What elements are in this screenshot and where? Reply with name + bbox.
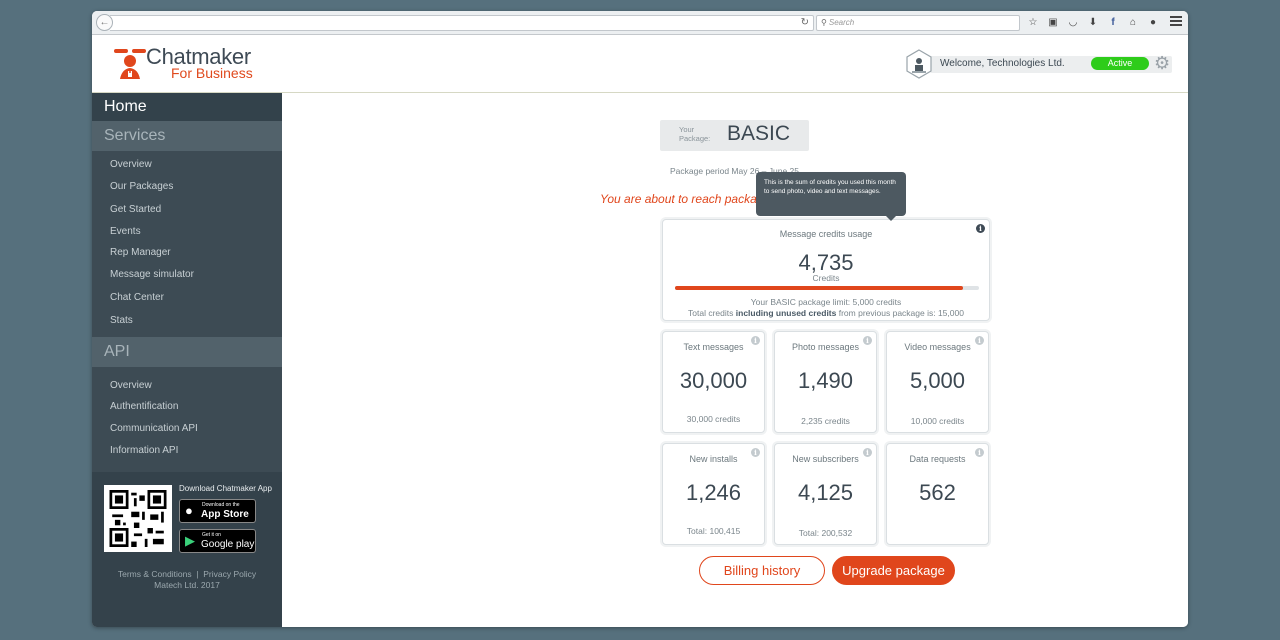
stat-value: 562: [919, 480, 956, 505]
browser-window: ↻ ← ⚲ Search ☆ ▣ ◡ ⬇ f ⌂ ● Chatmaker For …: [92, 11, 1188, 627]
back-button[interactable]: ←: [96, 14, 113, 31]
apple-icon: ●: [185, 503, 193, 518]
usage-unit: Credits: [812, 273, 840, 283]
billing-history-button[interactable]: Billing history: [699, 556, 825, 585]
stat-card-data-requests: i Data requests 562: [886, 443, 989, 545]
package-box: Your Package: BASIC: [660, 120, 809, 151]
brand-tagline: For Business: [171, 65, 253, 81]
company-avatar-icon[interactable]: [906, 49, 932, 79]
total-credits-prefix: Total credits: [688, 308, 734, 318]
stat-value: 4,125: [797, 480, 854, 505]
pocket-icon[interactable]: ◡: [1066, 16, 1080, 30]
app-store-small-text: Download on the: [202, 502, 240, 508]
sidebar-item-events[interactable]: Events: [110, 226, 141, 237]
main-content: Your Package: BASIC Package period May 2…: [282, 93, 1188, 627]
total-credits-suffix: from previous package is: 15,000: [838, 308, 964, 318]
stat-card-video-messages: i Video messages 5,000 10,000 credits: [886, 331, 989, 433]
search-icon: ⚲: [821, 18, 827, 27]
stat-sub: 10,000 credits: [910, 416, 965, 426]
sidebar-item-communication-api[interactable]: Communication API: [110, 423, 198, 434]
sidebar-section-api[interactable]: API: [92, 337, 282, 367]
stat-card-new-subscribers: i New subscribers 4,125 Total: 200,532: [774, 443, 877, 545]
usage-progress-fill: [675, 286, 963, 290]
package-limit-text: Your BASIC package limit: 5,000 credits: [750, 297, 902, 307]
sidebar-section-services[interactable]: Services: [92, 121, 282, 151]
stat-sub: 2,235 credits: [801, 416, 850, 426]
app-store-big-text: App Store: [201, 509, 249, 520]
stat-value: 1,490: [797, 368, 854, 393]
total-credits-bold: including unused credits: [735, 308, 837, 318]
stat-title: Video messages: [904, 342, 971, 352]
sidebar-item-home[interactable]: Home: [92, 93, 282, 121]
stat-card-new-installs: i New installs 1,246 Total: 100,415: [662, 443, 765, 545]
browser-search-input[interactable]: ⚲ Search: [816, 15, 1020, 31]
play-icon: ▶: [185, 533, 195, 548]
stat-title: Data requests: [909, 454, 966, 464]
clipboard-icon[interactable]: ▣: [1046, 16, 1060, 30]
search-placeholder: Search: [828, 18, 855, 27]
app-store-button[interactable]: ● Download on the App Store: [179, 499, 256, 523]
sidebar-footer: Terms & Conditions | Privacy Policy Mate…: [92, 569, 282, 591]
sidebar-item-chat-center[interactable]: Chat Center: [110, 292, 164, 303]
reload-icon[interactable]: ↻: [801, 17, 809, 29]
qr-code-icon: [104, 485, 172, 552]
sidebar-item-stats[interactable]: Stats: [110, 315, 133, 326]
usage-title: Message credits usage: [779, 229, 873, 239]
url-bar[interactable]: ↻: [110, 15, 814, 31]
sidebar-item-message-simulator[interactable]: Message simulator: [110, 269, 194, 280]
stat-card-text-messages: i Text messages 30,000 30,000 credits: [662, 331, 765, 433]
usage-progress-bar: [675, 286, 979, 290]
sidebar: Home Services Overview Our Packages Get …: [92, 93, 282, 627]
browser-toolbar: ↻ ← ⚲ Search ☆ ▣ ◡ ⬇ f ⌂ ●: [92, 11, 1188, 35]
stat-sub: 30,000 credits: [686, 414, 741, 424]
total-credits-text: Total credits including unused credits f…: [663, 308, 989, 318]
sidebar-item-get-started[interactable]: Get Started: [110, 204, 161, 215]
upgrade-package-button[interactable]: Upgrade package: [832, 556, 955, 585]
stat-card-photo-messages: i Photo messages 1,490 2,235 credits: [774, 331, 877, 433]
credits-usage-card: i Message credits usage 4,735 Credits Yo…: [662, 219, 990, 321]
star-icon[interactable]: ☆: [1026, 16, 1040, 30]
site-header: Chatmaker For Business Welcome, Technolo…: [92, 36, 1188, 93]
stat-sub: Total: 100,415: [686, 526, 741, 536]
download-app-label: Download Chatmaker App: [179, 484, 272, 493]
hamburger-menu-icon[interactable]: [1170, 16, 1182, 28]
stat-title: Text messages: [683, 342, 744, 352]
sidebar-item-our-packages[interactable]: Our Packages: [110, 181, 173, 192]
app-download-panel: Download Chatmaker App ● Download on the…: [92, 472, 282, 627]
stat-sub: Total: 200,532: [798, 528, 853, 538]
home-icon[interactable]: ⌂: [1126, 16, 1140, 30]
footer-copyright: Matech Ltd. 2017: [154, 580, 220, 590]
sidebar-item-api-overview[interactable]: Overview: [110, 380, 152, 391]
stat-title: New subscribers: [792, 454, 859, 464]
google-play-small-text: Get it on: [202, 532, 221, 538]
welcome-text: Welcome, Technologies Ltd.: [940, 58, 1065, 69]
google-play-button[interactable]: ▶ Get it on Google play: [179, 529, 256, 553]
sidebar-item-overview[interactable]: Overview: [110, 159, 152, 170]
stat-value: 30,000: [679, 368, 748, 393]
download-icon[interactable]: ⬇: [1086, 16, 1100, 30]
credits-tooltip: This is the sum of credits you used this…: [756, 172, 906, 221]
chat-icon[interactable]: ●: [1146, 16, 1160, 30]
package-label: Your Package:: [679, 125, 711, 143]
sidebar-item-information-api[interactable]: Information API: [110, 445, 178, 456]
gear-icon[interactable]: ⚙: [1154, 53, 1170, 73]
status-badge: Active: [1091, 57, 1149, 70]
sidebar-item-rep-manager[interactable]: Rep Manager: [110, 247, 171, 258]
package-name: BASIC: [727, 122, 791, 145]
chatmaker-logo-icon: [114, 49, 146, 79]
footer-links[interactable]: Terms & Conditions | Privacy Policy: [92, 569, 282, 580]
stat-value: 5,000: [909, 368, 966, 393]
stat-title: Photo messages: [791, 342, 860, 352]
stat-value: 1,246: [685, 480, 742, 505]
facebook-icon[interactable]: f: [1106, 16, 1120, 30]
google-play-big-text: Google play: [201, 539, 255, 550]
stat-title: New installs: [689, 454, 738, 464]
sidebar-item-authentification[interactable]: Authentification: [110, 401, 178, 412]
